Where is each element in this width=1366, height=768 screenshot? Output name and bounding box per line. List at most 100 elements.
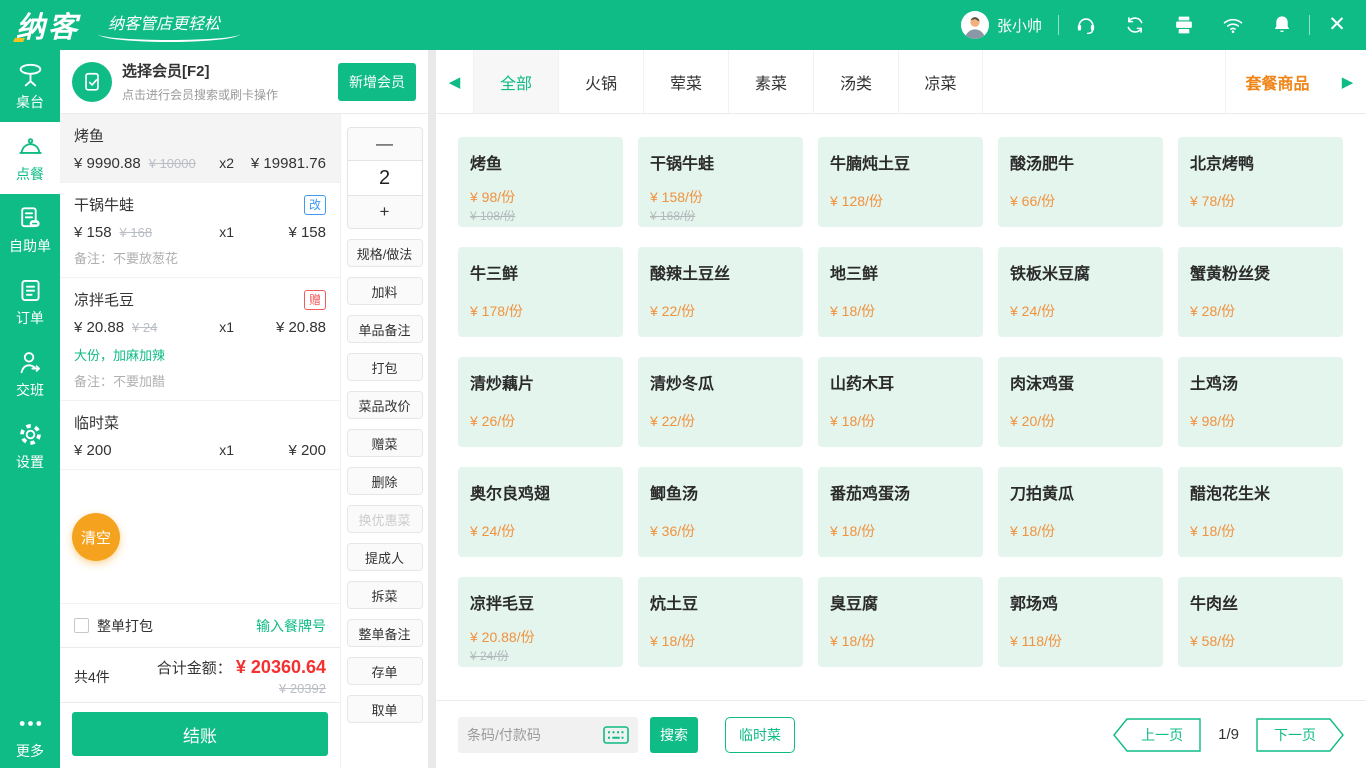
menu-item-card[interactable]: 醋泡花生米¥ 18/份 xyxy=(1178,467,1343,557)
order-item-qty: x1 xyxy=(219,442,234,458)
order-item-qty: x1 xyxy=(219,224,234,240)
menu-item-card[interactable]: 牛三鲜 ¥ 178/份 xyxy=(458,247,623,337)
checkout-button[interactable]: 结账 xyxy=(72,712,328,756)
menu-item-card[interactable]: 番茄鸡蛋汤¥ 18/份 xyxy=(818,467,983,557)
add-member-button[interactable]: 新增会员 xyxy=(338,63,416,101)
order-item[interactable]: 临时菜¥ 200x1¥ 200 xyxy=(60,401,340,470)
menu-item-card[interactable]: 牛肉丝¥ 58/份 xyxy=(1178,577,1343,667)
sync-icon[interactable] xyxy=(1124,14,1146,36)
totals-row: 共4件 合计金额： ¥ 20360.64 ¥ 20392 xyxy=(60,647,340,702)
category-next-arrow-icon[interactable]: ▶ xyxy=(1329,50,1366,113)
tabs-container: 全部火锅荤菜素菜汤类凉菜 xyxy=(473,50,983,113)
menu-item-card[interactable]: 酸汤肥牛¥ 66/份 xyxy=(998,137,1163,227)
menu-item-card[interactable]: 肉沫鸡蛋¥ 20/份 xyxy=(998,357,1163,447)
sidebar-item-settings[interactable]: 设置 xyxy=(0,410,60,482)
op-button-7[interactable]: 删除 xyxy=(347,467,423,495)
menu-item-card[interactable]: 刀拍黄瓜¥ 18/份 xyxy=(998,467,1163,557)
quantity-plus-button[interactable]: + xyxy=(348,196,422,228)
menu-item-card[interactable]: 清炒藕片¥ 26/份 xyxy=(458,357,623,447)
menu-item-card[interactable]: 干锅牛蛙¥ 158/份¥ 168/份 xyxy=(638,137,803,227)
tab-combo-products[interactable]: 套餐商品 xyxy=(1225,50,1329,113)
menu-item-card[interactable]: 牛腩炖土豆¥ 128/份 xyxy=(818,137,983,227)
op-button-5[interactable]: 菜品改价 xyxy=(347,391,423,419)
menu-item-card[interactable]: 烤鱼¥ 98/份¥ 108/份 xyxy=(458,137,623,227)
next-page-button[interactable]: 下一页 xyxy=(1256,718,1344,752)
menu-item-card[interactable]: 蟹黄粉丝煲¥ 28/份 xyxy=(1178,247,1343,337)
menu-item-card[interactable]: 地三鲜¥ 18/份 xyxy=(818,247,983,337)
tab-category-2[interactable]: 火锅 xyxy=(558,50,643,113)
order-item-price: ¥ 20.88 xyxy=(74,319,124,336)
menu-item-card[interactable]: 郭场鸡¥ 118/份 xyxy=(998,577,1163,667)
order-item-badge[interactable]: 改 xyxy=(304,195,326,215)
printer-icon[interactable] xyxy=(1173,14,1195,36)
op-button-12[interactable]: 存单 xyxy=(347,657,423,685)
order-item[interactable]: 烤鱼¥ 9990.88¥ 10000x2¥ 19981.76 xyxy=(60,114,340,183)
tab-category-5[interactable]: 汤类 xyxy=(813,50,898,113)
sidebar-item-self-order[interactable]: 自助单 xyxy=(0,194,60,266)
sidebar-item-shift[interactable]: 交班 xyxy=(0,338,60,410)
sidebar-item-more[interactable]: 更多 xyxy=(0,702,60,768)
temp-dish-button[interactable]: 临时菜 xyxy=(725,717,795,753)
bell-icon[interactable] xyxy=(1271,14,1293,36)
keyboard-icon[interactable] xyxy=(603,726,629,744)
clear-order-button[interactable]: 清空 xyxy=(72,513,120,561)
op-button-2[interactable]: 加料 xyxy=(347,277,423,305)
search-button[interactable]: 搜索 xyxy=(650,717,698,753)
order-item-total: ¥ 19981.76 xyxy=(234,155,326,172)
more-dots-icon xyxy=(17,710,44,737)
menu-item-price: ¥ 18/份 xyxy=(1010,521,1055,541)
order-item[interactable]: 凉拌毛豆赠¥ 20.88¥ 24x1¥ 20.88大份，加麻加辣备注：不要加醋 xyxy=(60,278,340,401)
member-title: 选择会员[F2] xyxy=(122,60,338,81)
member-card-icon[interactable] xyxy=(72,62,112,102)
prev-page-button[interactable]: 上一页 xyxy=(1113,718,1201,752)
close-icon[interactable]: ✕ xyxy=(1326,14,1348,36)
op-button-11[interactable]: 整单备注 xyxy=(347,619,423,647)
menu-item-price: ¥ 18/份 xyxy=(830,411,875,431)
member-select-area[interactable]: 选择会员[F2] 点击进行会员搜索或刷卡操作 xyxy=(122,60,338,103)
menu-item-price: ¥ 158/份 xyxy=(650,187,703,207)
menu-item-card[interactable]: 土鸡汤¥ 98/份 xyxy=(1178,357,1343,447)
sidebar-item-table[interactable]: 桌台 xyxy=(0,50,60,122)
tab-category-3[interactable]: 荤菜 xyxy=(643,50,728,113)
menu-item-card[interactable]: 铁板米豆腐¥ 24/份 xyxy=(998,247,1163,337)
menu-item-card[interactable]: 臭豆腐¥ 18/份 xyxy=(818,577,983,667)
menu-panel: ◀ 全部火锅荤菜素菜汤类凉菜 套餐商品 ▶ 烤鱼¥ 98/份¥ 108/份干锅牛… xyxy=(436,50,1366,768)
menu-item-card[interactable]: 北京烤鸭¥ 78/份 xyxy=(1178,137,1343,227)
op-button-6[interactable]: 赠菜 xyxy=(347,429,423,457)
op-button-10[interactable]: 拆菜 xyxy=(347,581,423,609)
sidebar-item-dish[interactable]: 点餐 xyxy=(0,122,60,194)
order-item-note: 备注：不要加醋 xyxy=(74,371,326,390)
barcode-input[interactable] xyxy=(467,727,603,743)
order-item-badge[interactable]: 赠 xyxy=(304,290,326,310)
menu-item-price: ¥ 118/份 xyxy=(1010,631,1062,651)
menu-item-card[interactable]: 山药木耳¥ 18/份 xyxy=(818,357,983,447)
menu-item-card[interactable]: 酸辣土豆丝¥ 22/份 xyxy=(638,247,803,337)
enter-table-number-link[interactable]: 输入餐牌号 xyxy=(256,616,326,636)
tab-category-4[interactable]: 素菜 xyxy=(728,50,813,113)
tab-category-6[interactable]: 凉菜 xyxy=(898,50,983,113)
headset-icon[interactable] xyxy=(1075,14,1097,36)
op-button-3[interactable]: 单品备注 xyxy=(347,315,423,343)
category-prev-arrow-icon[interactable]: ◀ xyxy=(436,50,473,113)
menu-item-price: ¥ 178/份 xyxy=(470,301,523,321)
op-button-4[interactable]: 打包 xyxy=(347,353,423,381)
order-item-qty: x1 xyxy=(219,319,234,335)
tab-category-1[interactable]: 全部 xyxy=(473,50,558,113)
menu-item-card[interactable]: 鲫鱼汤¥ 36/份 xyxy=(638,467,803,557)
quantity-value: 2 xyxy=(348,160,422,196)
quantity-minus-button[interactable]: — xyxy=(348,128,422,160)
menu-item-card[interactable]: 炕土豆¥ 18/份 xyxy=(638,577,803,667)
wifi-icon[interactable] xyxy=(1222,14,1244,36)
op-button-13[interactable]: 取单 xyxy=(347,695,423,723)
op-button-9[interactable]: 提成人 xyxy=(347,543,423,571)
pack-checkbox[interactable] xyxy=(74,618,89,633)
menu-item-card[interactable]: 奥尔良鸡翅¥ 24/份 xyxy=(458,467,623,557)
sidebar-item-orders[interactable]: 订单 xyxy=(0,266,60,338)
menu-item-card[interactable]: 清炒冬瓜¥ 22/份 xyxy=(638,357,803,447)
avatar[interactable] xyxy=(961,11,989,39)
order-item[interactable]: 干锅牛蛙改¥ 158¥ 168x1¥ 158备注：不要放葱花 xyxy=(60,183,340,278)
op-button-1[interactable]: 规格/做法 xyxy=(347,239,423,267)
menu-item-card[interactable]: 凉拌毛豆¥ 20.88/份¥ 24/份 xyxy=(458,577,623,667)
member-header: 选择会员[F2] 点击进行会员搜索或刷卡操作 新增会员 xyxy=(60,50,428,114)
menu-item-name: 牛三鲜 xyxy=(470,260,611,284)
